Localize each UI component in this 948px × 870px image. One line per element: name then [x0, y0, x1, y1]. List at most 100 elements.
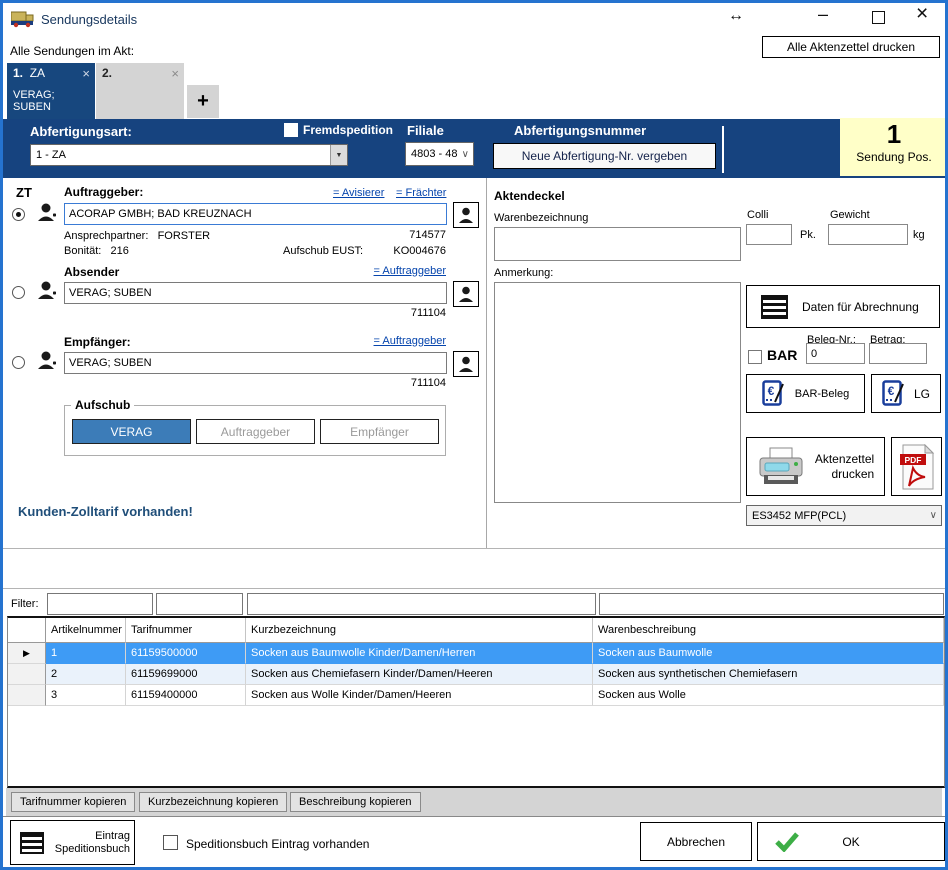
col-artikelnummer[interactable]: Artikelnummer — [46, 618, 126, 643]
table-header-row: Artikelnummer Tarifnummer Kurzbezeichnun… — [8, 618, 944, 643]
resize-icon[interactable]: ↔ — [728, 7, 744, 25]
close-icon[interactable]: × — [916, 2, 928, 26]
list-lines-icon — [761, 295, 788, 319]
filter-artikelnummer-input[interactable] — [47, 593, 153, 615]
svg-text:€: € — [888, 384, 895, 398]
aufschub-group: Aufschub VERAG Auftraggeber Empfänger — [64, 405, 446, 456]
pdf-icon: PDF — [899, 444, 935, 490]
printer-select[interactable]: ES3452 MFP(PCL) ∨ — [746, 505, 942, 526]
filter-warenbeschreibung-input[interactable] — [599, 593, 944, 615]
artikel-table: Artikelnummer Tarifnummer Kurzbezeichnun… — [7, 616, 945, 788]
euro-receipt-icon: € — [882, 380, 906, 407]
auftraggeber-input[interactable] — [64, 203, 447, 225]
tab2-close-icon[interactable]: × — [171, 66, 179, 81]
col-kurzbezeichnung[interactable]: Kurzbezeichnung — [246, 618, 593, 643]
person-icon — [457, 355, 475, 373]
col-warenbeschreibung[interactable]: Warenbeschreibung — [593, 618, 944, 643]
maximize-icon[interactable] — [872, 11, 885, 24]
aufschub-eust-value: KO004676 — [64, 245, 446, 257]
kg-label: kg — [913, 229, 925, 241]
copy-kurzbezeichnung-button[interactable]: Kurzbezeichnung kopieren — [139, 792, 287, 812]
neue-abfertigung-button[interactable]: Neue Abfertigung-Nr. vergeben — [493, 143, 716, 169]
anmerkung-label: Anmerkung: — [494, 267, 553, 279]
abfertigungsart-select[interactable]: 1 - ZA ▼ — [30, 144, 348, 166]
form-bottom-divider — [3, 548, 945, 549]
person-add-icon[interactable] — [36, 350, 60, 375]
eintrag-speditionsbuch-button[interactable]: Eintrag Speditionsbuch — [10, 820, 135, 865]
colli-label: Colli — [747, 209, 768, 221]
ok-button[interactable]: OK — [757, 822, 945, 861]
row-selector-arrow-icon: ▶ — [8, 643, 46, 664]
copy-tarifnummer-button[interactable]: Tarifnummer kopieren — [11, 792, 135, 812]
pdf-export-button[interactable]: PDF — [891, 437, 942, 496]
add-tab-button[interactable]: + — [187, 85, 219, 118]
sendungsdetails-window: Sendungsdetails ↔ – × Alle Aktenzettel d… — [0, 0, 948, 870]
zt-label: ZT — [16, 185, 32, 200]
truck-icon — [11, 9, 35, 31]
filter-kurzbezeichnung-input[interactable] — [247, 593, 596, 615]
zolltarif-note: Kunden-Zolltarif vorhanden! — [18, 504, 193, 519]
copy-beschreibung-button[interactable]: Beschreibung kopieren — [290, 792, 421, 812]
svg-text:PDF: PDF — [904, 455, 921, 465]
band-divider — [722, 126, 724, 173]
svg-text:€: € — [767, 384, 774, 398]
absender-input[interactable] — [64, 282, 447, 304]
dropdown-arrow-icon[interactable]: ▼ — [330, 145, 347, 165]
filter-label: Filter: — [11, 598, 39, 610]
aufschub-verag-button[interactable]: VERAG — [72, 419, 191, 444]
warenbezeichnung-input[interactable] — [494, 227, 741, 261]
tabs-label: Alle Sendungen im Akt: — [10, 44, 134, 58]
empfaenger-equals-auftraggeber-link[interactable]: = Auftraggeber — [374, 335, 446, 347]
gewicht-input[interactable] — [828, 224, 908, 245]
list-lines-icon — [20, 832, 44, 854]
lg-button[interactable]: € LG — [871, 374, 941, 413]
daten-abrechnung-button[interactable]: Daten für Abrechnung — [746, 285, 940, 328]
tab1-close-icon[interactable]: × — [82, 66, 90, 81]
bar-checkbox[interactable] — [748, 350, 762, 364]
aufschub-empfaenger-button[interactable]: Empfänger — [320, 419, 439, 444]
avisierer-link[interactable]: = Avisierer — [333, 187, 384, 199]
aufschub-label: Aufschub — [71, 398, 134, 412]
aufschub-auftraggeber-button[interactable]: Auftraggeber — [196, 419, 315, 444]
anmerkung-textarea[interactable] — [494, 282, 741, 503]
table-row[interactable]: ▶ 1 61159500000 Socken aus Baumwolle Kin… — [8, 643, 944, 664]
sendung-pos-label: Sendung Pos. — [840, 150, 948, 164]
empfaenger-contact-button[interactable] — [453, 351, 479, 377]
auftraggeber-contact-button[interactable] — [453, 202, 479, 228]
absender-radio[interactable] — [12, 286, 25, 299]
fraechter-link[interactable]: = Frächter — [396, 187, 446, 199]
table-row[interactable]: 2 61159699000 Socken aus Chemiefasern Ki… — [8, 664, 944, 685]
betrag-input[interactable] — [869, 343, 927, 364]
tab-sendung-1[interactable]: 1. ZA VERAG; SUBEN × — [7, 63, 95, 119]
absender-equals-auftraggeber-link[interactable]: = Auftraggeber — [374, 265, 446, 277]
filter-tarifnummer-input[interactable] — [156, 593, 243, 615]
speditionsbuch-checkbox[interactable] — [163, 835, 178, 850]
beleg-nr-input[interactable] — [806, 343, 865, 364]
colli-input[interactable] — [746, 224, 792, 245]
print-all-aktenzettel-button[interactable]: Alle Aktenzettel drucken — [762, 36, 940, 58]
table-row[interactable]: 3 61159400000 Socken aus Wolle Kinder/Da… — [8, 685, 944, 706]
bar-beleg-button[interactable]: € BAR-Beleg — [746, 374, 865, 413]
gewicht-label: Gewicht — [830, 209, 870, 221]
aktenzettel-drucken-button[interactable]: Aktenzettel drucken — [746, 437, 885, 496]
tab-sendung-2[interactable]: 2. × — [96, 63, 184, 119]
window-title: Sendungsdetails — [41, 12, 137, 27]
empfaenger-input[interactable] — [64, 352, 447, 374]
abfertigungsart-label: Abfertigungsart: — [30, 124, 132, 139]
minimize-icon[interactable]: – — [818, 4, 828, 25]
pane-divider — [486, 178, 487, 548]
filiale-select[interactable]: 4803 - 480 ∨ — [405, 142, 474, 166]
empfaenger-radio[interactable] — [12, 356, 25, 369]
cancel-button[interactable]: Abbrechen — [640, 822, 752, 861]
green-check-icon — [775, 832, 799, 852]
warenbezeichnung-label: Warenbezeichnung — [494, 212, 588, 224]
person-add-icon[interactable] — [36, 280, 60, 305]
auftraggeber-label: Auftraggeber: — [64, 185, 143, 199]
fremdspedition-checkbox[interactable] — [284, 123, 298, 137]
person-add-icon[interactable] — [36, 202, 60, 227]
auftraggeber-radio[interactable] — [12, 208, 25, 221]
absender-contact-button[interactable] — [453, 281, 479, 307]
col-tarifnummer[interactable]: Tarifnummer — [126, 618, 246, 643]
chevron-down-icon: ∨ — [458, 149, 473, 160]
aktendeckel-title: Aktendeckel — [494, 189, 565, 203]
